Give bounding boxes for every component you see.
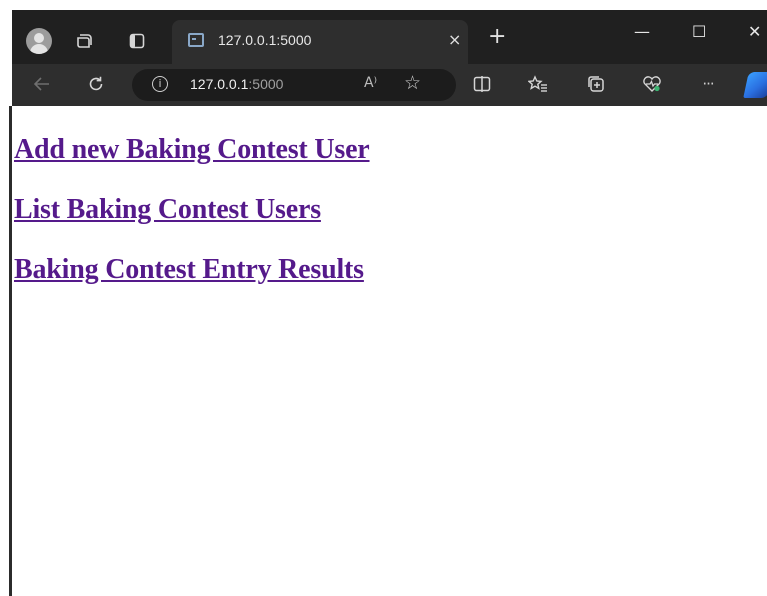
favorites-icon[interactable] bbox=[526, 72, 550, 96]
collections-icon[interactable] bbox=[584, 72, 608, 96]
active-tab[interactable]: 127.0.0.1:5000 × bbox=[172, 20, 468, 64]
new-tab-icon[interactable]: + bbox=[488, 26, 506, 48]
back-arrow-icon[interactable] bbox=[30, 72, 54, 96]
add-favorite-star-icon[interactable]: ☆ bbox=[404, 72, 421, 94]
address-port: :5000 bbox=[248, 76, 284, 92]
terminal-favicon-icon bbox=[188, 33, 204, 47]
split-screen-icon[interactable] bbox=[470, 72, 494, 96]
tab-strip: 127.0.0.1:5000 × + — ☐ ✕ bbox=[12, 0, 767, 64]
address-url[interactable]: 127.0.0.1:5000 bbox=[190, 76, 283, 92]
tab-title: 127.0.0.1:5000 bbox=[218, 32, 312, 48]
address-host: 127.0.0.1 bbox=[190, 76, 249, 92]
read-aloud-icon[interactable]: A⁾ bbox=[364, 75, 377, 91]
maximize-icon[interactable]: ☐ bbox=[692, 22, 706, 41]
avatar-head-shape bbox=[34, 33, 44, 43]
entry-results-link[interactable]: Baking Contest Entry Results bbox=[14, 254, 364, 286]
window-left-margin bbox=[0, 0, 9, 596]
navigation-toolbar: i 127.0.0.1:5000 A⁾ ☆ ··· bbox=[12, 64, 767, 106]
copilot-icon[interactable] bbox=[743, 72, 767, 98]
browser-essentials-icon[interactable] bbox=[640, 72, 664, 96]
close-window-icon[interactable]: ✕ bbox=[748, 22, 761, 41]
browser-window: 127.0.0.1:5000 × + — ☐ ✕ i 127.0.0.1:500… bbox=[12, 0, 767, 596]
workspaces-icon[interactable] bbox=[74, 30, 96, 52]
refresh-icon[interactable] bbox=[84, 72, 108, 96]
close-tab-icon[interactable]: × bbox=[448, 30, 461, 49]
address-bar[interactable]: i 127.0.0.1:5000 A⁾ ☆ bbox=[132, 69, 456, 101]
minimize-icon[interactable]: — bbox=[634, 22, 650, 41]
add-user-link[interactable]: Add new Baking Contest User bbox=[14, 134, 370, 166]
list-users-link[interactable]: List Baking Contest Users bbox=[14, 194, 321, 226]
avatar-body-shape bbox=[30, 44, 48, 54]
page-content: Add new Baking Contest User List Baking … bbox=[12, 106, 767, 596]
site-info-icon[interactable]: i bbox=[152, 76, 168, 92]
profile-avatar[interactable] bbox=[26, 28, 52, 54]
more-options-icon[interactable]: ··· bbox=[696, 72, 720, 96]
screen-top-strip bbox=[12, 0, 767, 10]
tab-actions-icon[interactable] bbox=[126, 30, 148, 52]
